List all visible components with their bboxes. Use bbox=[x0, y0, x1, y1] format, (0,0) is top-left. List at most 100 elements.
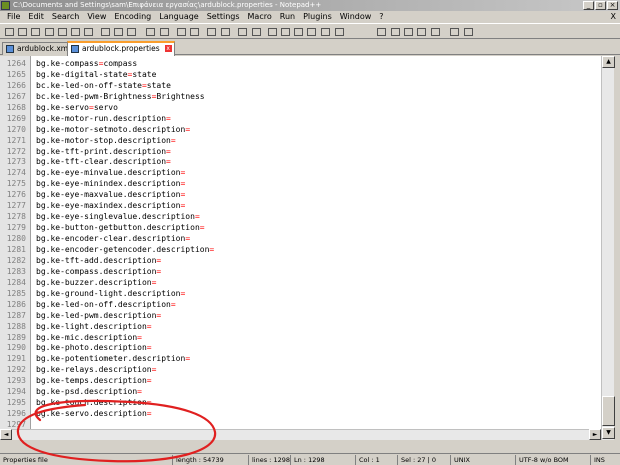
tab-ardublock-xml[interactable]: ardublock.xml bbox=[2, 42, 76, 55]
zoom-in-icon[interactable] bbox=[205, 26, 218, 38]
zoom-out-icon[interactable] bbox=[219, 26, 232, 38]
save-all-icon[interactable] bbox=[43, 26, 56, 38]
minimize-button[interactable]: _ bbox=[583, 1, 594, 10]
run-macro-icon[interactable] bbox=[415, 26, 428, 38]
close-all-icon[interactable] bbox=[69, 26, 82, 38]
toolbar bbox=[0, 23, 620, 39]
menu-file[interactable]: File bbox=[3, 11, 24, 23]
code-line[interactable]: 1278 bg.ke-eye-singlevalue.description= bbox=[0, 211, 601, 222]
code-line[interactable]: 1266 bc.ke-led-on-off-state=state bbox=[0, 80, 601, 91]
code-line[interactable]: 1285 bg.ke-ground-light.description= bbox=[0, 288, 601, 299]
menu-search[interactable]: Search bbox=[48, 11, 83, 23]
code-line[interactable]: 1276 bg.ke-eye-maxvalue.description= bbox=[0, 189, 601, 200]
scroll-down-icon[interactable]: ▼ bbox=[602, 427, 615, 439]
print-icon[interactable] bbox=[82, 26, 95, 38]
code-line[interactable]: 1288 bg.ke-light.description= bbox=[0, 321, 601, 332]
code-line[interactable]: 1295 bg.ke-touch.description= bbox=[0, 397, 601, 408]
code-line[interactable]: 1287 bg.ke-led-pwm.description= bbox=[0, 310, 601, 321]
code-line[interactable]: 1281 bg.ke-encoder-getencoder.description… bbox=[0, 244, 601, 255]
scroll-up-icon[interactable]: ▲ bbox=[602, 56, 615, 68]
code-line[interactable]: 1264 bg.ke-compass=compass bbox=[0, 58, 601, 69]
new-file-icon[interactable] bbox=[3, 26, 16, 38]
code-line[interactable]: 1269 bg.ke-motor-run.description= bbox=[0, 113, 601, 124]
wrap-icon[interactable] bbox=[266, 26, 279, 38]
editor-area[interactable]: 1264 bg.ke-compass=compass 1265 bg.ke-digit… bbox=[0, 56, 601, 440]
copy-icon[interactable] bbox=[112, 26, 125, 38]
scroll-right-icon[interactable]: ► bbox=[589, 429, 601, 440]
play-macro-icon[interactable] bbox=[402, 26, 415, 38]
stop-record-icon[interactable] bbox=[389, 26, 402, 38]
code-line[interactable]: 1282 bg.ke-tft-add.description= bbox=[0, 255, 601, 266]
tab-close-icon[interactable]: x bbox=[164, 45, 172, 52]
udl-icon[interactable] bbox=[305, 26, 318, 38]
open-file-icon[interactable] bbox=[16, 26, 29, 38]
code-line[interactable]: 1275 bg.ke-eye-minindex.description= bbox=[0, 178, 601, 189]
code-line[interactable]: 1273 bg.ke-tft-clear.description= bbox=[0, 156, 601, 167]
code-line[interactable]: 1289 bg.ke-mic.description= bbox=[0, 332, 601, 343]
menu-edit[interactable]: Edit bbox=[24, 11, 48, 23]
menu-run[interactable]: Run bbox=[276, 11, 299, 23]
maximize-button[interactable]: ▫ bbox=[595, 1, 606, 10]
doc-map-icon[interactable] bbox=[319, 26, 332, 38]
code-line[interactable]: 1283 bg.ke-compass.description= bbox=[0, 266, 601, 277]
line-number: 1290 bbox=[6, 343, 26, 353]
redo-icon[interactable] bbox=[158, 26, 171, 38]
menu-language[interactable]: Language bbox=[155, 11, 202, 23]
scroll-thumb[interactable] bbox=[602, 396, 615, 426]
code-line[interactable]: 1265 bg.ke-digital-state=state bbox=[0, 69, 601, 80]
menu-encoding[interactable]: Encoding bbox=[110, 11, 155, 23]
replace-icon[interactable] bbox=[188, 26, 201, 38]
property-key: bg.ke-eye-minindex.description bbox=[36, 179, 181, 189]
code-line[interactable]: 1290 bg.ke-photo.description= bbox=[0, 342, 601, 353]
doc-map-icon-glyph bbox=[321, 28, 330, 36]
undo-icon[interactable] bbox=[144, 26, 157, 38]
horizontal-scrollbar[interactable]: ◄ ► bbox=[0, 429, 601, 440]
menu-help[interactable]: ? bbox=[375, 11, 387, 23]
spellcheck-icon[interactable] bbox=[448, 26, 461, 38]
code-line[interactable]: 1284 bg.ke-buzzer.description= bbox=[0, 277, 601, 288]
menu-plugins[interactable]: Plugins bbox=[299, 11, 336, 23]
find-icon[interactable] bbox=[175, 26, 188, 38]
sync-h-icon-glyph bbox=[252, 28, 261, 36]
menu-settings[interactable]: Settings bbox=[203, 11, 244, 23]
code-line[interactable]: 1274 bg.ke-eye-minvalue.description= bbox=[0, 167, 601, 178]
menu-view[interactable]: View bbox=[83, 11, 110, 23]
all-chars-icon[interactable] bbox=[279, 26, 292, 38]
paste-icon[interactable] bbox=[125, 26, 138, 38]
menu-window[interactable]: Window bbox=[336, 11, 376, 23]
code-line[interactable]: 1277 bg.ke-eye-maxindex.description= bbox=[0, 200, 601, 211]
menu-macro[interactable]: Macro bbox=[244, 11, 276, 23]
code-line[interactable]: 1279 bg.ke-button-getbutton.description= bbox=[0, 222, 601, 233]
close-document-button[interactable]: X bbox=[611, 12, 616, 21]
property-key: bg.ke-compass.description bbox=[36, 266, 157, 276]
close-icon[interactable] bbox=[56, 26, 69, 38]
save-macro-icon[interactable] bbox=[429, 26, 442, 38]
line-text: bg.ke-servo=servo bbox=[36, 102, 118, 113]
func-list-icon[interactable] bbox=[333, 26, 346, 38]
code-line[interactable]: 1296 bg.ke-servo.description= bbox=[0, 408, 601, 419]
cut-icon[interactable] bbox=[99, 26, 112, 38]
line-text: bc.ke-led-pwm-Brightness=Brightness bbox=[36, 91, 205, 102]
code-line[interactable]: 1294 bg.ke-psd.description= bbox=[0, 386, 601, 397]
code-line[interactable]: 1271 bg.ke-motor-stop.description= bbox=[0, 135, 601, 146]
save-icon[interactable] bbox=[29, 26, 42, 38]
hex-icon[interactable] bbox=[462, 26, 475, 38]
vertical-scrollbar[interactable]: ▲ ▼ bbox=[601, 56, 615, 440]
indent-guide-icon[interactable] bbox=[292, 26, 305, 38]
tab-ardublock-properties[interactable]: ardublock.properties x bbox=[67, 41, 175, 56]
code-line[interactable]: 1291 bg.ke-potentiometer.description= bbox=[0, 353, 601, 364]
record-macro-icon[interactable] bbox=[375, 26, 388, 38]
code-line[interactable]: 1292 bg.ke-relays.description= bbox=[0, 364, 601, 375]
sync-h-icon[interactable] bbox=[250, 26, 263, 38]
code-line[interactable]: 1267 bc.ke-led-pwm-Brightness=Brightness bbox=[0, 91, 601, 102]
code-line[interactable]: 1286 bg.ke-led-on-off.description= bbox=[0, 299, 601, 310]
code-line[interactable]: 1272 bg.ke-tft-print.description= bbox=[0, 146, 601, 157]
sync-v-icon[interactable] bbox=[236, 26, 249, 38]
close-window-button[interactable]: × bbox=[607, 1, 618, 10]
code-line[interactable]: 1268 bg.ke-servo=servo bbox=[0, 102, 601, 113]
code-line[interactable]: 1293 bg.ke-temps.description= bbox=[0, 375, 601, 386]
scroll-left-icon[interactable]: ◄ bbox=[0, 429, 12, 440]
code-line[interactable]: 1270 bg.ke-motor-setmoto.description= bbox=[0, 124, 601, 135]
property-key: bg.ke-temps.description bbox=[36, 376, 147, 386]
code-line[interactable]: 1280 bg.ke-encoder-clear.description= bbox=[0, 233, 601, 244]
